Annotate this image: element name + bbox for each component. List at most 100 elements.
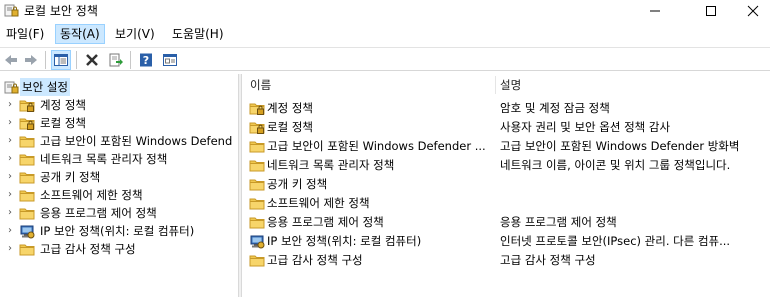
folder-icon — [249, 179, 265, 191]
list-item[interactable]: 소프트웨어 제한 정책 — [242, 194, 770, 213]
tree-item[interactable]: › IP 보안 정책(위치: 로컬 컴퓨터) — [0, 222, 238, 240]
chevron-right-icon[interactable]: › — [5, 168, 15, 186]
list-item[interactable]: 고급 감사 정책 구성 고급 감사 정책 구성 — [242, 251, 770, 270]
folder-icon — [249, 160, 265, 172]
minimize-icon — [650, 10, 660, 11]
title-bar: 로컬 보안 정책 — [0, 0, 770, 21]
show-hide-console-tree-button[interactable] — [51, 50, 71, 70]
details-list: 이름 설명 계정 정책 암호 및 계정 잠금 정책로컬 정책 사용자 권리 및 보안… — [242, 74, 770, 297]
list-item-description: 고급 감사 정책 구성 — [500, 253, 596, 267]
list-item[interactable]: 응용 프로그램 제어 정책 응용 프로그램 제어 정책 — [242, 213, 770, 232]
folder-icon — [249, 141, 265, 153]
list-item-name: 고급 보안이 포함된 Windows Defender ... — [267, 139, 486, 153]
folder-icon — [19, 154, 35, 166]
maximize-button[interactable] — [688, 0, 734, 21]
tree-item-label: 네트워크 목록 관리자 정책 — [40, 152, 168, 166]
export-list-icon — [109, 53, 123, 67]
list-item-description: 사용자 권리 및 보안 옵션 정책 감사 — [500, 120, 671, 134]
toolbar-separator — [76, 51, 77, 69]
list-item-name: IP 보안 정책(위치: 로컬 컴퓨터) — [267, 234, 422, 248]
tree-item[interactable]: › 소프트웨어 제한 정책 — [0, 186, 238, 204]
tree-item-label: 고급 감사 정책 구성 — [40, 242, 136, 256]
folder-icon — [19, 136, 35, 148]
delete-x-icon — [86, 54, 98, 66]
list-item[interactable]: 계정 정책 암호 및 계정 잠금 정책 — [242, 99, 770, 118]
column-divider[interactable] — [495, 76, 496, 94]
list-item-name: 계정 정책 — [267, 101, 313, 115]
list-item-name: 네트워크 목록 관리자 정책 — [267, 158, 395, 172]
list-item-name: 로컬 정책 — [267, 120, 313, 134]
chevron-right-icon[interactable]: › — [5, 222, 15, 240]
properties-button[interactable] — [160, 50, 180, 70]
tree-item-label: 로컬 정책 — [40, 116, 86, 130]
list-item-description: 암호 및 계정 잠금 정책 — [500, 101, 610, 115]
forward-button[interactable] — [21, 50, 41, 70]
export-list-button[interactable] — [106, 50, 126, 70]
toolbar-separator — [130, 51, 131, 69]
menu-file[interactable]: 파일(F) — [2, 24, 48, 44]
window-title: 로컬 보안 정책 — [24, 4, 98, 18]
chevron-right-icon[interactable]: › — [5, 114, 15, 132]
maximize-icon — [706, 5, 716, 16]
folder-icon — [249, 217, 265, 229]
toolbar-separator — [45, 51, 46, 69]
column-header-name[interactable]: 이름 — [250, 74, 492, 96]
folder-icon — [19, 244, 35, 256]
list-item-name: 응용 프로그램 제어 정책 — [267, 215, 384, 229]
list-item-description: 응용 프로그램 제어 정책 — [500, 215, 617, 229]
list-item-description: 네트워크 이름, 아이콘 및 위치 그룹 정책입니다. — [500, 158, 731, 172]
menu-view[interactable]: 보기(V) — [111, 24, 159, 44]
security-policy-icon — [4, 4, 19, 17]
policy-folder-icon — [249, 103, 265, 115]
chevron-right-icon[interactable]: › — [5, 186, 15, 204]
policy-folder-icon — [19, 118, 35, 130]
tree-item[interactable]: › 로컬 정책 — [0, 114, 238, 132]
minimize-button[interactable] — [632, 0, 678, 21]
help-icon: ? — [140, 53, 152, 67]
list-item-name: 소프트웨어 제한 정책 — [267, 196, 370, 210]
tree-item[interactable]: › 계정 정책 — [0, 96, 238, 114]
policy-folder-icon — [19, 100, 35, 112]
close-icon — [747, 5, 759, 16]
list-item-name: 공개 키 정책 — [267, 177, 328, 191]
chevron-right-icon[interactable]: › — [5, 204, 15, 222]
column-header-description[interactable]: 설명 — [500, 74, 770, 96]
tree-item[interactable]: › 공개 키 정책 — [0, 168, 238, 186]
list-item-name: 고급 감사 정책 구성 — [267, 253, 363, 267]
folder-icon — [249, 198, 265, 210]
list-item-description: 인터넷 프로토콜 보안(IPsec) 관리. 다른 컴퓨... — [500, 234, 731, 248]
help-button[interactable]: ? — [136, 50, 156, 70]
menu-help[interactable]: 도움말(H) — [168, 24, 228, 44]
chevron-right-icon[interactable]: › — [5, 240, 15, 258]
console-tree-icon — [54, 54, 68, 66]
security-settings-icon — [4, 81, 19, 94]
menu-action[interactable]: 동작(A) — [55, 24, 105, 44]
tree-item-label: IP 보안 정책(위치: 로컬 컴퓨터) — [40, 224, 195, 238]
list-item[interactable]: 공개 키 정책 — [242, 175, 770, 194]
list-item[interactable]: IP 보안 정책(위치: 로컬 컴퓨터) 인터넷 프로토콜 보안(IPsec) 관… — [242, 232, 770, 251]
menu-bar: 파일(F) 동작(A) 보기(V) 도움말(H) — [0, 24, 770, 44]
tree-item[interactable]: › 응용 프로그램 제어 정책 — [0, 204, 238, 222]
close-button[interactable] — [730, 0, 770, 21]
list-item[interactable]: 로컬 정책 사용자 권리 및 보안 옵션 정책 감사 — [242, 118, 770, 137]
tree-root-security-settings[interactable]: 보안 설정 — [0, 78, 238, 96]
svg-text:?: ? — [143, 54, 149, 67]
chevron-right-icon[interactable]: › — [5, 150, 15, 168]
folder-icon — [19, 190, 35, 202]
toolbar: ? — [0, 47, 770, 71]
ipsec-icon — [250, 235, 265, 249]
back-button[interactable] — [1, 50, 21, 70]
tree-item-label: 고급 보안이 포함된 Windows Defend — [40, 134, 233, 148]
chevron-right-icon[interactable]: › — [5, 96, 15, 114]
console-tree: 보안 설정 › 계정 정책 › 로컬 정책 › 고급 보안이 포함된 Windows De… — [0, 74, 238, 297]
tree-item[interactable]: › 네트워크 목록 관리자 정책 — [0, 150, 238, 168]
chevron-right-icon[interactable]: › — [5, 132, 15, 150]
tree-item[interactable]: › 고급 감사 정책 구성 — [0, 240, 238, 258]
folder-icon — [249, 255, 265, 267]
tree-item-label: 소프트웨어 제한 정책 — [40, 188, 143, 202]
list-item[interactable]: 고급 보안이 포함된 Windows Defender ... 고급 보안이 포함… — [242, 137, 770, 156]
properties-icon — [163, 54, 177, 66]
tree-item[interactable]: › 고급 보안이 포함된 Windows Defend — [0, 132, 238, 150]
list-item[interactable]: 네트워크 목록 관리자 정책 네트워크 이름, 아이콘 및 위치 그룹 정책입니다… — [242, 156, 770, 175]
delete-button[interactable] — [82, 50, 102, 70]
